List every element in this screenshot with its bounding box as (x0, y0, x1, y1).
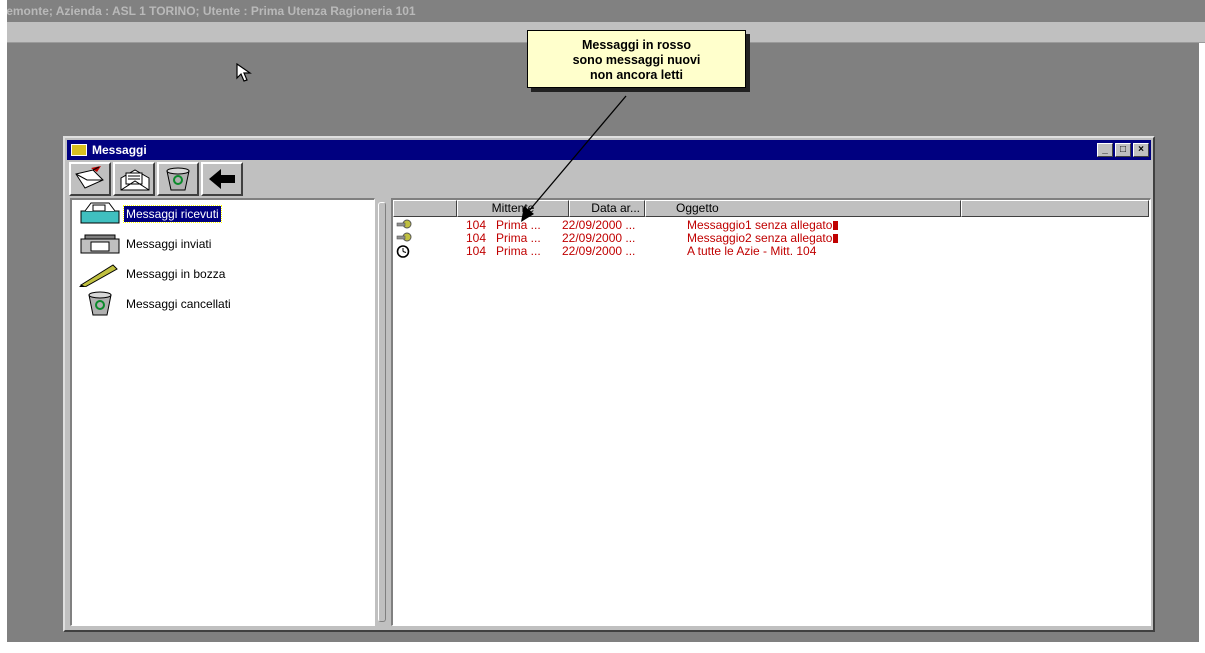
arrow-head-icon (521, 206, 534, 222)
callout-arrow (521, 95, 627, 222)
